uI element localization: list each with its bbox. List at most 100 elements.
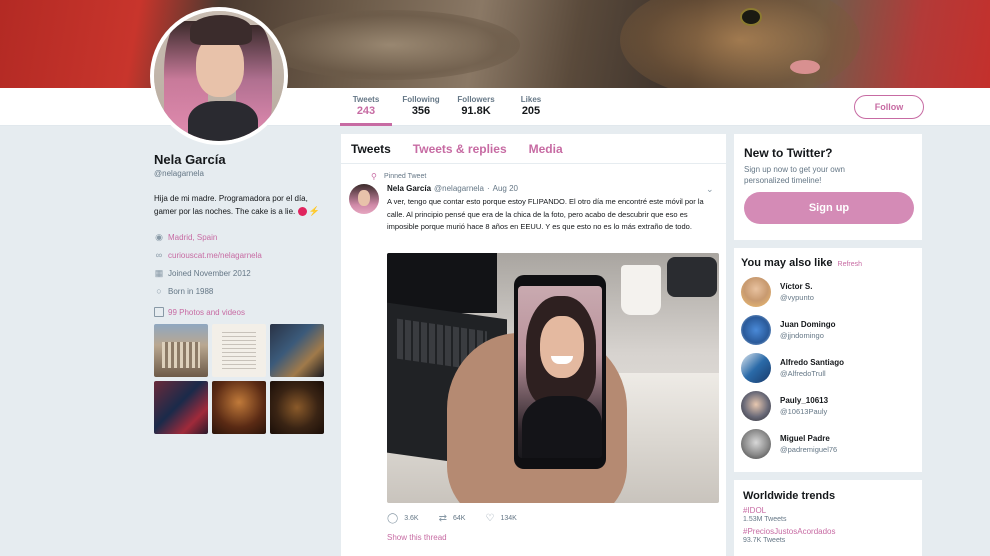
photo-thumbnail[interactable]	[212, 324, 266, 377]
trend-name: #PreciosJustosAcordados	[743, 527, 836, 536]
reply-count: 3.6K	[404, 514, 419, 522]
signup-card: New to Twitter? Sign up now to get your …	[734, 134, 922, 240]
trend-item[interactable]: #PreciosJustosAcordados 93.7K Tweets	[743, 527, 913, 544]
stat-value: 243	[356, 105, 376, 117]
link-text: curiouscat.me/nelagarnela	[168, 250, 262, 260]
stat-label: Tweets	[352, 95, 380, 104]
lightning-emoji-icon: ⚡	[308, 206, 320, 216]
profile-name[interactable]: Nela García	[154, 152, 329, 167]
profile-stats: Tweets 243 Following 356 Followers 91.8K…	[340, 88, 560, 126]
profile-card: Nela García @nelagarnela Hija de mi madr…	[154, 152, 329, 434]
user-name: Alfredo Santiago	[780, 357, 845, 367]
tab-tweets[interactable]: Tweets	[351, 142, 391, 156]
user-name: Pauly_10613	[780, 395, 829, 405]
balloon-icon: ○	[156, 286, 162, 296]
chevron-down-icon[interactable]: ⌄	[706, 184, 716, 194]
stat-value: 356	[411, 105, 431, 117]
stat-followers[interactable]: Followers 91.8K	[450, 88, 502, 126]
avatar[interactable]	[741, 352, 771, 383]
screen-face	[540, 316, 584, 378]
stat-label: Following	[402, 95, 440, 104]
photo-thumbnail[interactable]	[270, 324, 324, 377]
signup-button[interactable]: Sign up	[744, 192, 914, 224]
header-banner	[0, 0, 990, 88]
show-thread-link[interactable]: Show this thread	[387, 533, 447, 542]
media-mug	[621, 265, 661, 315]
media-device	[667, 257, 717, 297]
stat-following[interactable]: Following 356	[395, 88, 447, 126]
like-count: 134K	[500, 514, 517, 522]
signup-subtitle: Sign up now to get your own personalized…	[744, 165, 845, 185]
tweet-avatar[interactable]	[349, 184, 379, 214]
suggestions-header: You may also like Refresh	[741, 257, 915, 269]
tweet-author-name[interactable]: Nela García	[387, 184, 431, 193]
retweet-count: 64K	[453, 514, 466, 522]
stat-tweets[interactable]: Tweets 243	[340, 88, 392, 126]
stat-label: Likes	[520, 95, 542, 104]
retweet-action[interactable]: ⇄ 64K	[439, 513, 466, 524]
profile-meta: ◉ Madrid, Spain ∞ curiouscat.me/nelagarn…	[154, 228, 329, 300]
tweet-author-handle[interactable]: @nelagarnela	[434, 184, 484, 193]
user-name: Juan Domingo	[780, 319, 836, 329]
like-action[interactable]: ♡ 134K	[485, 513, 516, 524]
suggested-user[interactable]: Pauly_10613 @10613Pauly	[741, 390, 915, 421]
tweet-header: Nela García @nelagarnela · Aug 20	[387, 182, 716, 194]
profile-handle[interactable]: @nelagarnela	[154, 169, 329, 178]
bio-text: Hija de mi madre. Programadora por el dí…	[154, 194, 308, 216]
banner-cat-eye	[740, 8, 762, 26]
reply-action[interactable]: ◯ 3.6K	[387, 513, 419, 524]
photos-label-text: 99 Photos and videos	[168, 307, 245, 317]
profile-avatar[interactable]	[150, 7, 288, 145]
trend-name: #IDOL	[743, 506, 767, 515]
photo-thumbnail[interactable]	[154, 381, 208, 434]
media-phone-screen	[518, 286, 602, 458]
user-handle: @vypunto	[780, 292, 814, 302]
suggested-user[interactable]: Juan Domingo @jjndomingo	[741, 314, 915, 345]
avatar[interactable]	[741, 390, 771, 421]
profile-nav: Tweets 243 Following 356 Followers 91.8K…	[0, 88, 990, 126]
profile-location[interactable]: ◉ Madrid, Spain	[154, 228, 329, 246]
banner-cat-fur	[260, 10, 520, 80]
tab-tweets-replies[interactable]: Tweets & replies	[413, 142, 507, 156]
pinned-text: Pinned Tweet	[384, 172, 427, 180]
location-pin-icon: ◉	[155, 231, 163, 242]
suggested-user[interactable]: Miguel Padre @padremiguel76	[741, 428, 915, 459]
joined-text: Joined November 2012	[168, 268, 251, 278]
screen-body	[522, 396, 602, 458]
photos-videos-link[interactable]: 99 Photos and videos	[154, 306, 329, 318]
avatar[interactable]	[741, 428, 771, 459]
suggestions-title: You may also like	[741, 257, 833, 269]
user-name: Miguel Padre	[780, 433, 830, 443]
avatar[interactable]	[741, 276, 771, 307]
photo-thumbnail[interactable]	[154, 324, 208, 377]
trend-count: 1.53M Tweets	[743, 516, 787, 523]
born-text: Born in 1988	[168, 286, 214, 296]
tweet-media-photo[interactable]	[387, 253, 719, 503]
profile-birthday: ○ Born in 1988	[154, 282, 329, 300]
tweet-text: A ver, tengo que contar esto porque esto…	[387, 197, 704, 231]
separator-dot: ·	[486, 183, 490, 193]
user-handle: @padremiguel76	[780, 444, 838, 454]
profile-bio: Hija de mi madre. Programadora por el dí…	[154, 192, 329, 218]
pinned-tweet[interactable]: ⚲ Pinned Tweet Nela García @nelagarnela …	[341, 164, 726, 234]
trend-item[interactable]: #IDOL 1.53M Tweets	[743, 506, 913, 523]
photo-grid	[154, 324, 329, 434]
tweet-date[interactable]: Aug 20	[493, 184, 518, 193]
profile-joined: ▦ Joined November 2012	[154, 264, 329, 282]
suggested-user[interactable]: Víctor S. @vypunto	[741, 276, 915, 307]
pinned-indicator: ⚲ Pinned Tweet	[371, 170, 716, 182]
link-icon: ∞	[155, 250, 163, 260]
angry-face-emoji-icon	[297, 207, 307, 217]
follow-button[interactable]: Follow	[854, 95, 924, 119]
stat-likes[interactable]: Likes 205	[505, 88, 557, 126]
heart-icon: ♡	[485, 512, 495, 524]
profile-link[interactable]: ∞ curiouscat.me/nelagarnela	[154, 246, 329, 264]
avatar[interactable]	[741, 314, 771, 345]
photo-thumbnail[interactable]	[270, 381, 324, 434]
suggested-user[interactable]: Alfredo Santiago @AlfredoTrull	[741, 352, 915, 383]
refresh-link[interactable]: Refresh	[838, 261, 863, 268]
photo-thumbnail[interactable]	[212, 381, 266, 434]
avatar-hair-top	[190, 15, 252, 45]
tab-media[interactable]: Media	[529, 142, 563, 156]
banner-cat-nose	[790, 60, 820, 74]
